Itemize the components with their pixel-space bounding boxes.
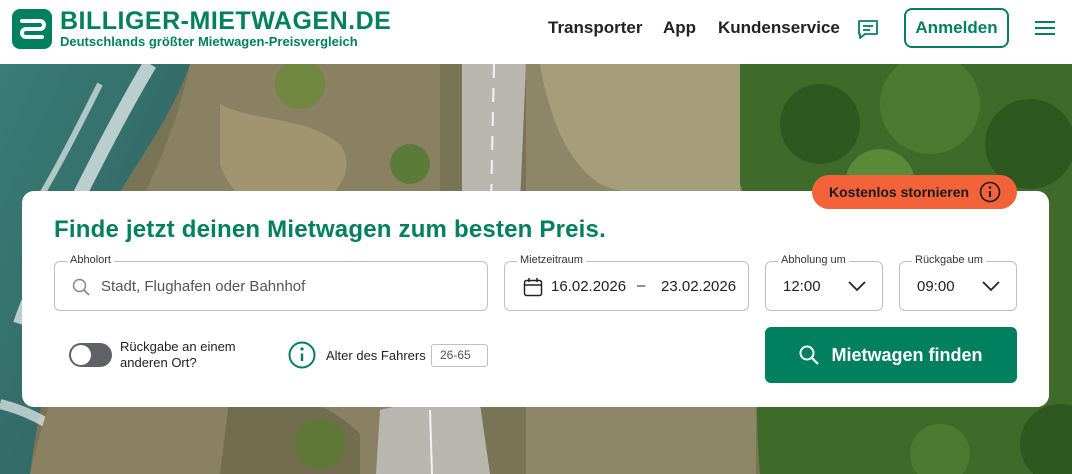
chat-icon[interactable] xyxy=(856,17,880,41)
logo[interactable]: BILLIGER-MIETWAGEN.DE Deutschlands größt… xyxy=(12,5,412,53)
pickup-location-label: Abholort xyxy=(67,254,114,266)
calendar-icon xyxy=(523,278,543,297)
chevron-down-icon xyxy=(982,281,1000,292)
return-time-value: 09:00 xyxy=(917,278,955,295)
return-time-select[interactable]: Rückgabe um 09:00 xyxy=(899,254,1017,311)
driver-age-input[interactable]: 26-65 xyxy=(431,344,488,367)
driver-age-label: Alter des Fahrers xyxy=(326,348,426,363)
brand-name: BILLIGER-MIETWAGEN.DE xyxy=(60,7,392,35)
menu-icon[interactable] xyxy=(1034,19,1056,37)
different-return-label: Rückgabe an einem anderen Ort? xyxy=(120,339,236,370)
login-button[interactable]: Anmelden xyxy=(904,8,1009,48)
pickup-time-value: 12:00 xyxy=(783,278,821,295)
free-cancellation-badge[interactable]: Kostenlos stornieren xyxy=(812,175,1017,209)
free-cancellation-label: Kostenlos stornieren xyxy=(829,184,970,200)
date-separator: – xyxy=(637,277,646,294)
toggle-knob xyxy=(71,345,91,365)
different-return-toggle[interactable] xyxy=(69,343,112,367)
search-icon xyxy=(72,278,90,296)
find-rental-car-button[interactable]: Mietwagen finden xyxy=(765,327,1017,383)
rental-period-label: Mietzeitraum xyxy=(517,254,586,266)
chevron-down-icon xyxy=(848,281,866,292)
info-icon[interactable] xyxy=(979,181,1001,203)
nav-item-kundenservice[interactable]: Kundenservice xyxy=(718,18,840,38)
pickup-location-placeholder: Stadt, Flughafen oder Bahnhof xyxy=(101,278,306,295)
return-time-label: Rückgabe um xyxy=(912,254,986,266)
search-icon xyxy=(799,345,820,365)
rental-period-field[interactable]: Mietzeitraum 16.02.2026 – 23.02.2026 xyxy=(504,254,749,311)
brand-tagline: Deutschlands größter Mietwagen-Preisverg… xyxy=(60,34,358,49)
date-to: 23.02.2026 xyxy=(661,278,737,295)
search-headline: Finde jetzt deinen Mietwagen zum besten … xyxy=(54,216,606,243)
nav-item-app[interactable]: App xyxy=(663,18,696,38)
pickup-location-field[interactable]: Abholort Stadt, Flughafen oder Bahnhof xyxy=(54,254,488,311)
find-rental-car-label: Mietwagen finden xyxy=(831,344,983,365)
pickup-time-select[interactable]: Abholung um 12:00 xyxy=(765,254,883,311)
nav-item-transporter[interactable]: Transporter xyxy=(548,18,642,38)
pickup-time-label: Abholung um xyxy=(778,254,849,266)
info-icon[interactable] xyxy=(288,341,316,369)
logo-icon xyxy=(12,9,52,49)
date-from: 16.02.2026 xyxy=(551,278,627,295)
site-header: BILLIGER-MIETWAGEN.DE Deutschlands größt… xyxy=(0,0,1072,64)
